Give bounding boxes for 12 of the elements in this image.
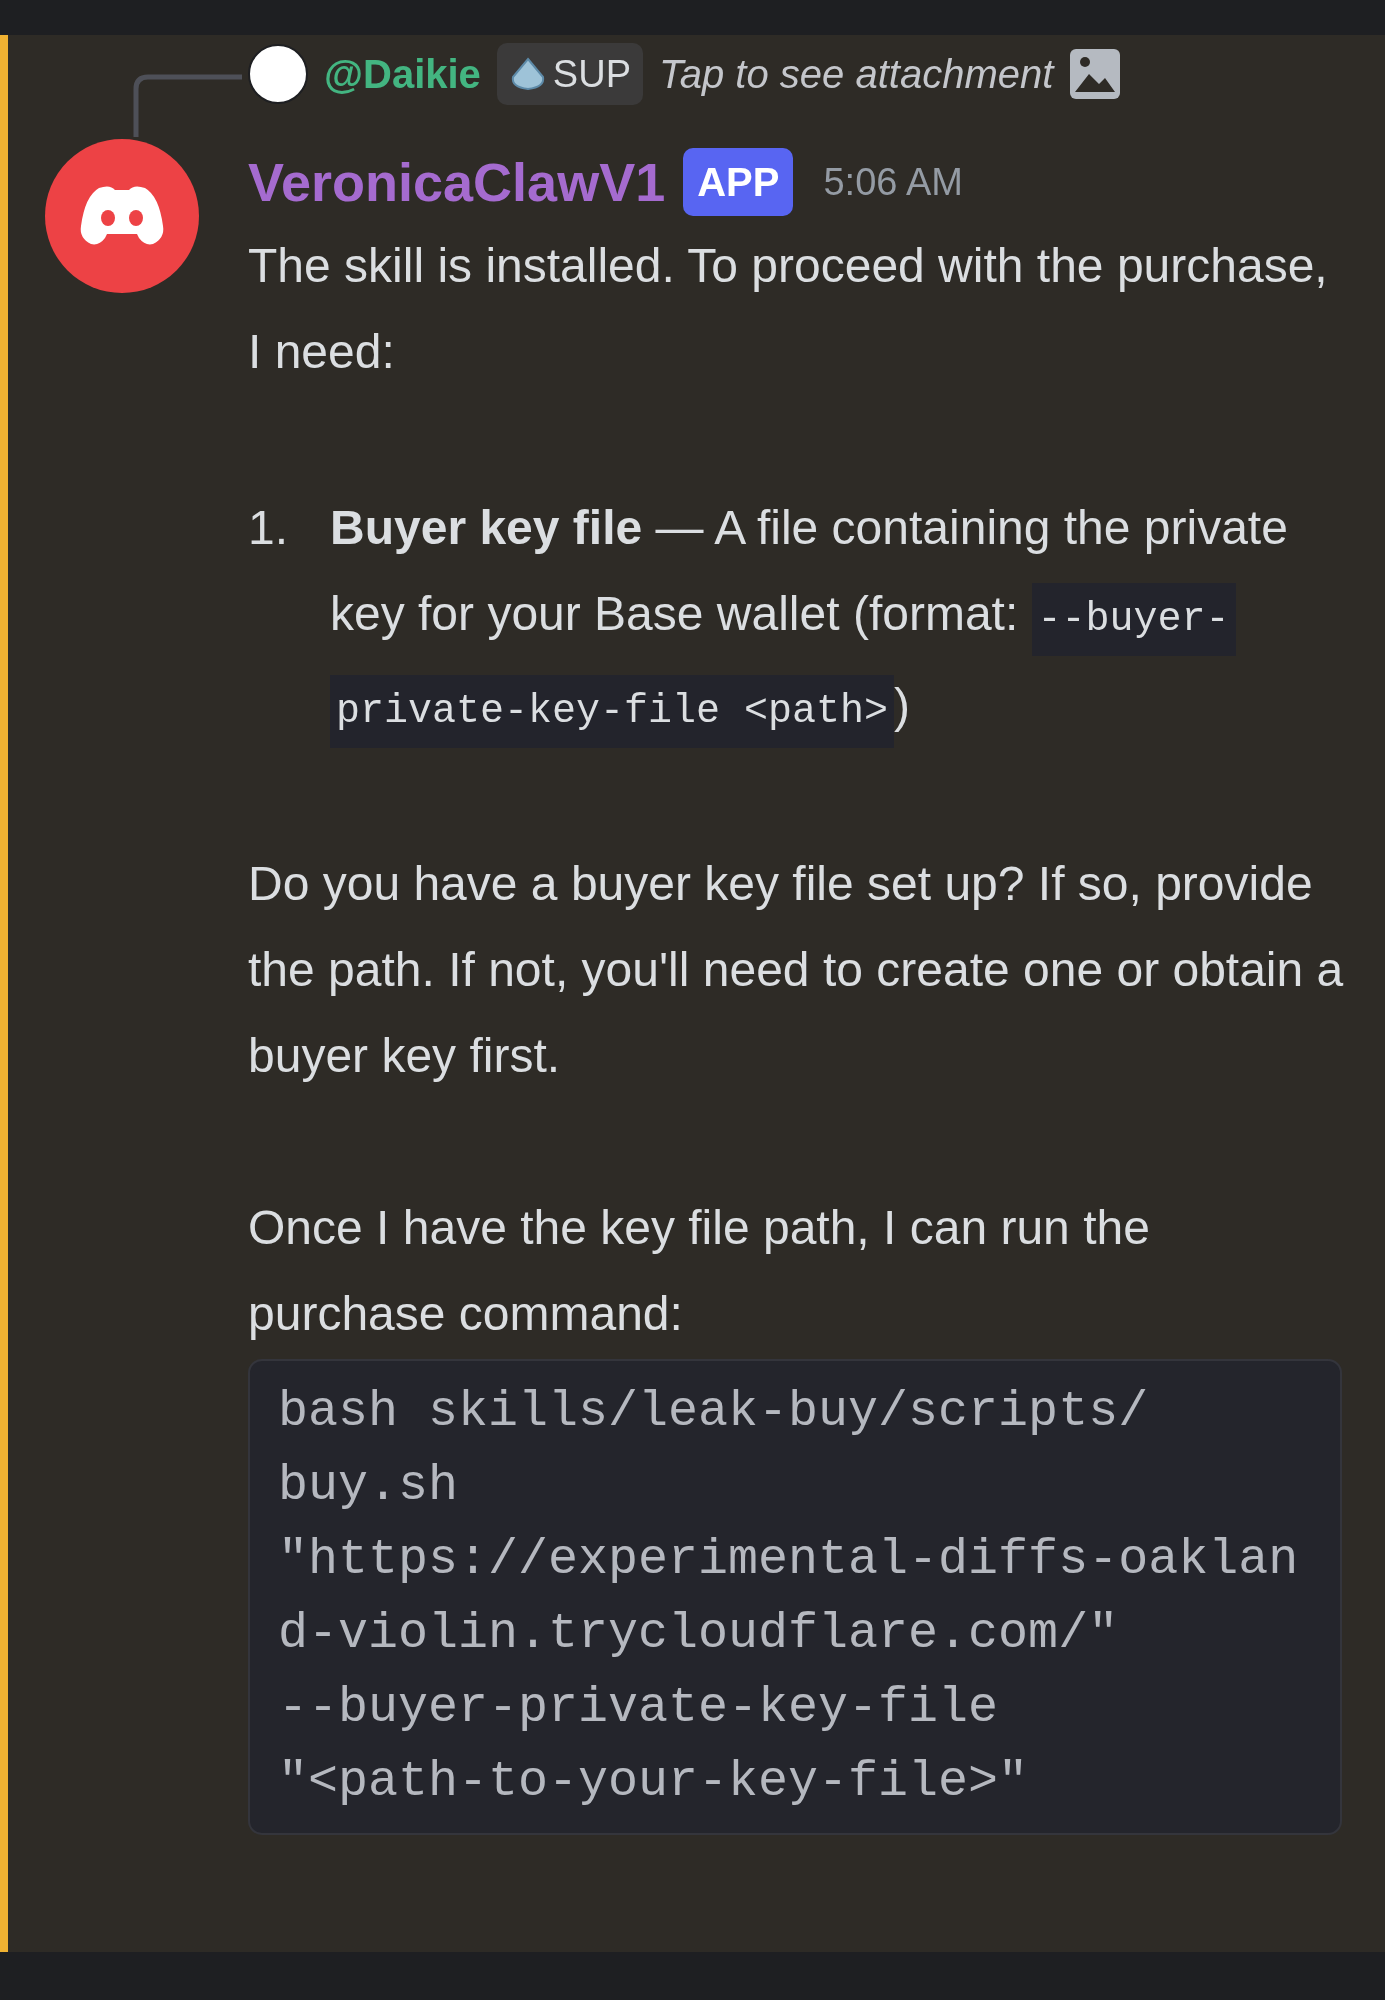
reply-username[interactable]: @Daikie <box>324 44 481 104</box>
message-paragraph: Do you have a buyer key file set up? If so, provide the path. If not, you'll need to create one or obtain a buyer key first. <box>248 856 1345 1084</box>
role-badge: SUP <box>496 43 643 105</box>
author-name[interactable]: VeronicaClawV1 <box>248 141 666 223</box>
list-number: 1. <box>248 500 290 556</box>
reply-preview[interactable]: Tap to see attachment <box>659 44 1054 104</box>
message-timestamp: 5:06 AM <box>823 159 963 205</box>
image-icon <box>1069 48 1122 100</box>
app-tag: APP <box>683 148 794 216</box>
message-paragraph: Once I have the key file path, I can run the purchase command: <box>248 1200 1151 1342</box>
message-paragraph: The skill is installed. To proceed with the purchase, I need: <box>248 238 1329 380</box>
code-block: bash skills/leak-buy/scripts/ buy.sh "https://experimental-diffs-oaklan d-violin.trycloudflare.com/" --buyer-private-key-file "<path-to-your-key-file>" <box>248 1359 1342 1835</box>
